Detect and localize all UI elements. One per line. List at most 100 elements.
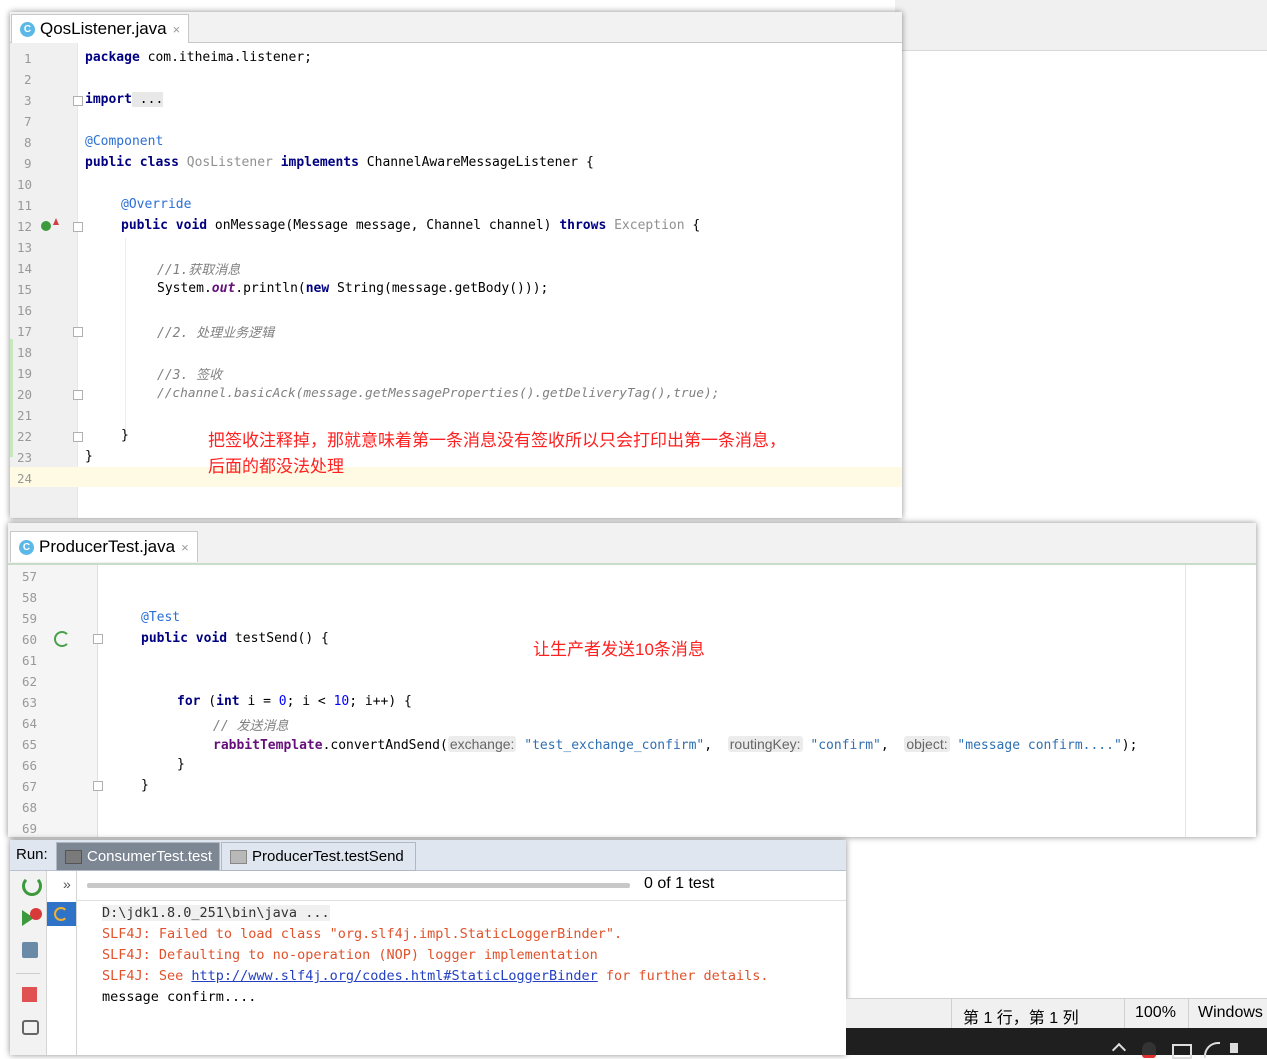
status-divider xyxy=(1188,999,1189,1029)
code-line-17: //2. 处理业务逻辑 xyxy=(157,326,275,341)
editor2-tabbar: C ProducerTest.java × xyxy=(8,523,1256,565)
camera-icon[interactable] xyxy=(22,1020,39,1035)
fold-toggle-icon[interactable] xyxy=(73,222,83,232)
class-icon: C xyxy=(19,539,34,555)
run-tab-producertest[interactable]: ProducerTest.testSend xyxy=(221,842,416,871)
fold-toggle-icon[interactable] xyxy=(93,634,103,644)
code-line-23: } xyxy=(85,449,93,464)
line-ending: Windows xyxy=(1198,1004,1263,1021)
console-line-error: SLF4J: Failed to load class "org.slf4j.i… xyxy=(102,926,623,942)
editor1-gutter xyxy=(10,43,77,518)
annotation-note: 让生产者发送10条消息 xyxy=(533,640,705,659)
code-line-14: //1.获取消息 xyxy=(157,263,241,278)
run-tab-label: ConsumerTest.test xyxy=(87,848,213,865)
line-number: 2 xyxy=(24,72,32,87)
code-line-65: rabbitTemplate.convertAndSend(exchange: … xyxy=(213,736,1138,753)
code-line-64: // 发送消息 xyxy=(213,719,289,734)
close-icon[interactable]: × xyxy=(181,540,189,555)
tab-producertest[interactable]: C ProducerTest.java × xyxy=(10,531,198,562)
test-count-label: 0 of 1 test xyxy=(644,875,715,892)
line-number: 10 xyxy=(17,177,33,192)
close-icon[interactable]: × xyxy=(173,22,181,37)
rerun-icon[interactable] xyxy=(22,876,42,896)
editor2-body[interactable]: 57 58 59 60 61 62 63 64 65 66 67 68 69 @… xyxy=(8,565,1256,837)
toggle-auto-test-icon[interactable] xyxy=(22,942,38,958)
line-number: 65 xyxy=(22,737,38,752)
line-number: 20 xyxy=(17,387,33,402)
cursor-position: 第 1 行，第 1 列 xyxy=(963,1010,1079,1027)
rerun-failed-icon[interactable] xyxy=(22,908,42,928)
code-line-15: System.out.println(new String(message.ge… xyxy=(157,281,549,296)
line-number: 64 xyxy=(22,716,38,731)
toolbar-divider xyxy=(16,973,40,974)
annotation-note-line2: 后面的都没法处理 xyxy=(208,457,344,476)
volume-mute-icon[interactable] xyxy=(1230,1043,1238,1053)
implements-method-icon[interactable] xyxy=(41,221,51,231)
notepad-statusbar: 第 1 行，第 1 列 100% Windows xyxy=(846,998,1267,1029)
fold-toggle-icon[interactable] xyxy=(73,390,83,400)
status-divider xyxy=(1124,999,1125,1029)
fold-toggle-icon[interactable] xyxy=(73,432,83,442)
line-number: 62 xyxy=(22,674,38,689)
line-number: 63 xyxy=(22,695,38,710)
run-tab-consumertest[interactable]: ConsumerTest.test xyxy=(56,842,220,871)
line-number: 19 xyxy=(17,366,33,381)
stop-icon[interactable] xyxy=(22,987,37,1002)
line-number: 8 xyxy=(24,135,32,150)
spinner-icon xyxy=(54,907,68,921)
tab-qoslistener[interactable]: C QosListener.java × xyxy=(11,14,190,43)
code-line-60: public void testSend() { xyxy=(141,631,329,646)
run-label: Run: xyxy=(16,846,48,863)
gutter-divider xyxy=(97,565,98,837)
code-line-59: @Test xyxy=(141,610,181,625)
line-number: 58 xyxy=(22,590,38,605)
line-number: 69 xyxy=(22,821,38,836)
tab-label: QosListener.java xyxy=(40,19,167,38)
line-number: 66 xyxy=(22,758,38,773)
code-line-20: //channel.basicAck(message.getMessagePro… xyxy=(157,386,720,401)
code-line-1: package com.itheima.listener; xyxy=(85,50,312,65)
background-window xyxy=(895,0,1267,51)
fold-toggle-icon[interactable] xyxy=(73,327,83,337)
code-line-3: import ... xyxy=(85,92,164,107)
line-number: 24 xyxy=(17,471,33,486)
status-divider xyxy=(951,999,952,1029)
code-line-63: for (int i = 0; i < 10; i++) { xyxy=(177,694,412,709)
wifi-icon[interactable] xyxy=(1204,1042,1220,1058)
fold-toggle-icon[interactable] xyxy=(93,781,103,791)
editor1-body[interactable]: 1 2 3 7 8 9 10 11 12 13 14 15 16 17 18 1… xyxy=(10,43,902,518)
line-number: 61 xyxy=(22,653,38,668)
override-arrow-icon[interactable] xyxy=(53,218,59,225)
run-tabbar: Run: ConsumerTest.test ProducerTest.test… xyxy=(10,840,846,871)
console-line-command: D:\jdk1.8.0_251\bin\java ... xyxy=(102,905,330,921)
expand-chevron-icon[interactable]: » xyxy=(63,876,71,892)
line-number: 67 xyxy=(22,779,38,794)
line-number: 22 xyxy=(17,429,33,444)
class-icon: C xyxy=(20,21,35,37)
line-number: 7 xyxy=(24,114,32,129)
line-number: 15 xyxy=(17,282,33,297)
run-tab-label: ProducerTest.testSend xyxy=(252,848,404,865)
code-line-22: } xyxy=(121,428,129,443)
display-icon[interactable] xyxy=(1172,1044,1192,1059)
change-marker xyxy=(10,339,13,457)
line-number: 21 xyxy=(17,408,33,423)
qq-icon[interactable] xyxy=(1142,1042,1156,1058)
line-number: 17 xyxy=(17,324,33,339)
line-number: 14 xyxy=(17,261,33,276)
run-test-icon[interactable] xyxy=(54,631,70,647)
code-line-8: @Component xyxy=(85,134,164,149)
qoslistener-editor-window: C QosListener.java × 1 2 3 7 8 9 10 11 1… xyxy=(10,12,902,518)
gutter-divider xyxy=(77,43,78,518)
zoom-level: 100% xyxy=(1135,1004,1176,1021)
fold-toggle-icon[interactable] xyxy=(73,96,83,106)
windows-taskbar xyxy=(846,1028,1267,1059)
test-results-icon xyxy=(230,849,247,864)
code-line-12: public void onMessage(Message message, C… xyxy=(121,218,701,233)
code-line-19: //3. 签收 xyxy=(157,368,223,383)
console-link[interactable]: http://www.slf4j.org/codes.html#StaticLo… xyxy=(191,968,597,984)
line-number: 23 xyxy=(17,450,33,465)
line-number: 13 xyxy=(17,240,33,255)
line-number: 57 xyxy=(22,569,38,584)
line-number: 59 xyxy=(22,611,38,626)
